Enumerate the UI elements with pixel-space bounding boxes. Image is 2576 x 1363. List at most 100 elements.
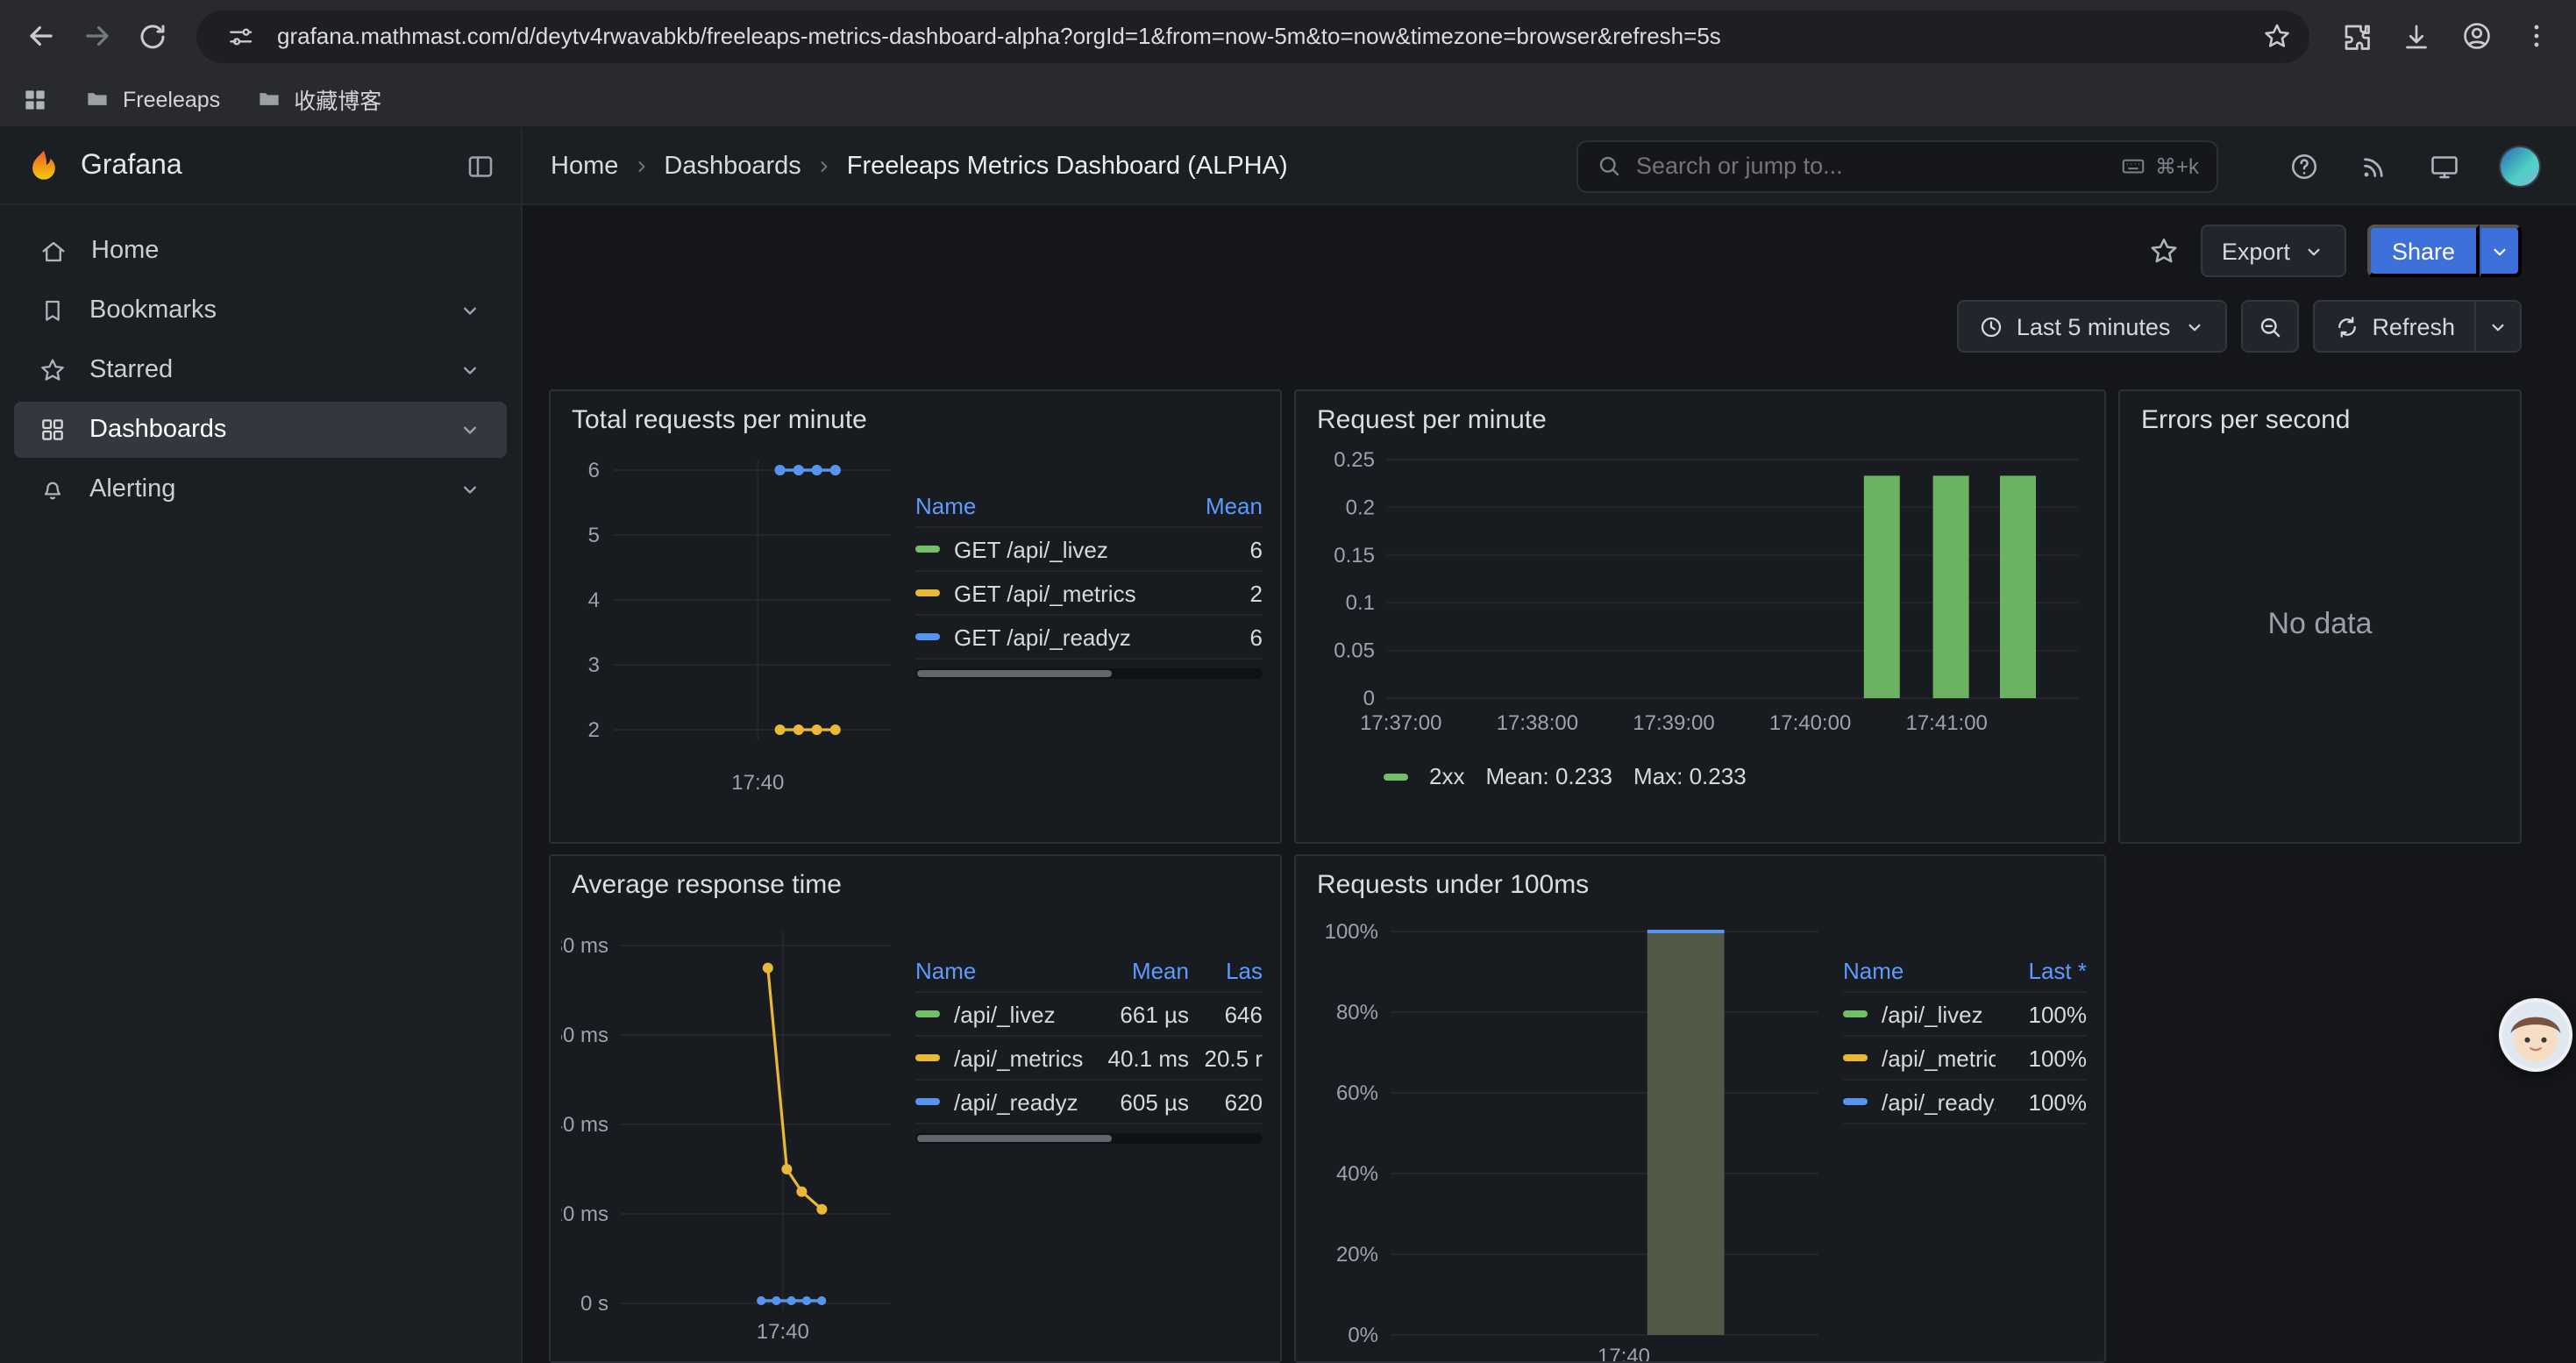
sidebar-item-bookmarks[interactable]: Bookmarks: [14, 282, 507, 339]
profile-icon[interactable]: [2450, 10, 2502, 62]
scrollbar-thumb[interactable]: [917, 1135, 1112, 1142]
topnav-icons: [2218, 145, 2576, 187]
menu-kebab-icon[interactable]: [2509, 10, 2562, 62]
legend-series[interactable]: GET /api/_metrics: [915, 580, 1182, 606]
legend-series[interactable]: /api/_livez: [915, 1001, 1087, 1027]
legend-value: 646: [1189, 1001, 1263, 1027]
favorite-star-icon[interactable]: [2148, 235, 2180, 267]
brand-title: Grafana: [81, 150, 182, 182]
legend-series[interactable]: /api/_readyz: [1843, 1088, 1996, 1115]
share-button[interactable]: Share: [2367, 225, 2480, 277]
chevron-down-icon: [458, 358, 482, 382]
grafana-logo[interactable]: [25, 146, 63, 185]
svg-text:17:37:00: 17:37:00: [1360, 711, 1441, 735]
address-bar[interactable]: grafana.mathmast.com/d/deytv4rwavabkb/fr…: [196, 10, 2309, 62]
export-button[interactable]: Export: [2201, 225, 2346, 277]
sidebar-item-starred[interactable]: Starred: [14, 342, 507, 398]
legend-value: 40.1 ms: [1087, 1045, 1189, 1071]
zoom-out-icon: [2256, 313, 2282, 339]
panel-viz: 100%80%60%40%20%0%17:40 NameLast * /api/_l…: [1296, 903, 2104, 1363]
legend-series[interactable]: GET /api/_livez: [915, 536, 1182, 562]
series-name: /api/_metrics: [954, 1045, 1083, 1071]
avatar-image: [2502, 1002, 2569, 1068]
sidebar-item-dashboards[interactable]: Dashboards: [14, 402, 507, 458]
extensions-icon[interactable]: [2330, 10, 2383, 62]
search-input[interactable]: [1636, 153, 2106, 179]
bookmark-item-freeleaps[interactable]: Freeleaps: [84, 82, 220, 116]
legend-value: 2: [1182, 580, 1263, 606]
keyboard-icon: [2120, 153, 2146, 179]
svg-text:80 ms: 80 ms: [561, 934, 608, 958]
svg-text:60 ms: 60 ms: [561, 1024, 608, 1047]
apps-icon: [39, 416, 67, 444]
bar-chart[interactable]: 0.250.20.150.10.05017:37:0017:38:0017:39…: [1306, 442, 2090, 754]
forward-icon[interactable]: [70, 10, 123, 62]
apps-grid-icon[interactable]: [21, 85, 49, 113]
legend-col-name[interactable]: Name: [915, 492, 1182, 518]
floating-assistant-avatar[interactable]: [2499, 998, 2572, 1072]
user-avatar[interactable]: [2499, 145, 2541, 187]
panel-requests-under-100ms: Requests under 100ms 100%80%60%40%20%0%1…: [1294, 854, 2106, 1363]
sidebar-item-home[interactable]: Home: [14, 223, 507, 279]
bar-chart[interactable]: 100%80%60%40%20%0%17:40: [1306, 907, 1832, 1363]
panel-title[interactable]: Average response time: [551, 856, 1280, 903]
kiosk-monitor-icon[interactable]: [2429, 150, 2460, 182]
time-range-picker[interactable]: Last 5 minutes: [1957, 300, 2227, 353]
breadcrumb-item-home[interactable]: Home: [551, 152, 618, 180]
series-color-icon: [915, 1054, 940, 1061]
scrollbar-thumb[interactable]: [917, 670, 1112, 677]
zoom-out-button[interactable]: [2240, 300, 2298, 353]
refresh-interval-button[interactable]: [2476, 300, 2522, 353]
line-chart[interactable]: 6543217:40: [561, 442, 905, 803]
share-menu-button[interactable]: [2480, 225, 2522, 277]
legend-value: 100%: [1996, 1045, 2087, 1071]
legend-series[interactable]: GET /api/_readyz: [915, 624, 1182, 650]
series-color-icon: [915, 589, 940, 596]
topnav-brand-area: Grafana: [0, 128, 523, 203]
panel-title[interactable]: Requests under 100ms: [1296, 856, 2104, 903]
legend-row: GET /api/_livez6: [915, 528, 1263, 572]
reload-icon[interactable]: [126, 10, 179, 62]
panel-title[interactable]: Total requests per minute: [551, 391, 1280, 439]
legend-col[interactable]: Mean: [1087, 957, 1189, 983]
sidebar-item-alerting[interactable]: Alerting: [14, 461, 507, 517]
legend-col-name[interactable]: Name: [915, 957, 1087, 983]
breadcrumb-item-freeleaps-metrics-dashboard-alpha[interactable]: Freeleaps Metrics Dashboard (ALPHA): [847, 152, 1288, 180]
legend-series[interactable]: /api/_readyz: [915, 1088, 1087, 1115]
bookmark-item-item[interactable]: 收藏博客: [255, 82, 381, 116]
site-settings-icon[interactable]: [217, 13, 263, 59]
legend-series[interactable]: /api/_metrics: [1843, 1045, 1996, 1071]
back-icon[interactable]: [14, 10, 67, 62]
legend-col-name[interactable]: Name: [1843, 957, 1996, 983]
legend-value: 100%: [1996, 1088, 2087, 1115]
mega-menu-toggle-icon[interactable]: [465, 150, 496, 182]
svg-text:0 s: 0 s: [580, 1292, 608, 1316]
panel-title[interactable]: Request per minute: [1296, 391, 2104, 439]
panel-title[interactable]: Errors per second: [2120, 391, 2520, 439]
legend-row: /api/_metrics40.1 ms20.5 r: [915, 1037, 1263, 1081]
news-rss-icon[interactable]: [2359, 150, 2390, 182]
refresh-button[interactable]: Refresh: [2312, 300, 2476, 353]
search-box[interactable]: ⌘+k: [1576, 139, 2218, 192]
star-icon: [39, 356, 67, 384]
help-icon[interactable]: [2288, 150, 2320, 182]
line-chart[interactable]: 80 ms60 ms40 ms20 ms0 s17:40: [561, 907, 905, 1349]
legend-col[interactable]: Last *: [1996, 957, 2087, 983]
legend-scrollbar[interactable]: [915, 668, 1263, 679]
downloads-icon[interactable]: [2390, 10, 2443, 62]
legend-series[interactable]: /api/_metrics: [915, 1045, 1087, 1071]
legend-series[interactable]: /api/_livez: [1843, 1001, 1996, 1027]
app-body: HomeBookmarksStarredDashboards Alerting E…: [0, 205, 2576, 1363]
bookmark-star-icon[interactable]: [2253, 13, 2299, 59]
breadcrumb: Home Dashboards Freeleaps Metrics Dashboar…: [523, 152, 1288, 180]
panel-request-per-minute: Request per minute 0.250.20.150.10.05017…: [1294, 389, 2106, 844]
legend-col[interactable]: Mean: [1182, 492, 1263, 518]
series-name: /api/_livez: [1882, 1001, 1983, 1027]
breadcrumb-item-dashboards[interactable]: Dashboards: [664, 152, 801, 180]
legend-col[interactable]: Las: [1189, 957, 1263, 983]
legend-series[interactable]: 2xx: [1429, 763, 1464, 789]
svg-text:17:40: 17:40: [1598, 1345, 1650, 1363]
sidebar-item-label: Alerting: [89, 475, 175, 503]
legend-scrollbar[interactable]: [915, 1133, 1263, 1144]
svg-text:2: 2: [588, 718, 600, 742]
